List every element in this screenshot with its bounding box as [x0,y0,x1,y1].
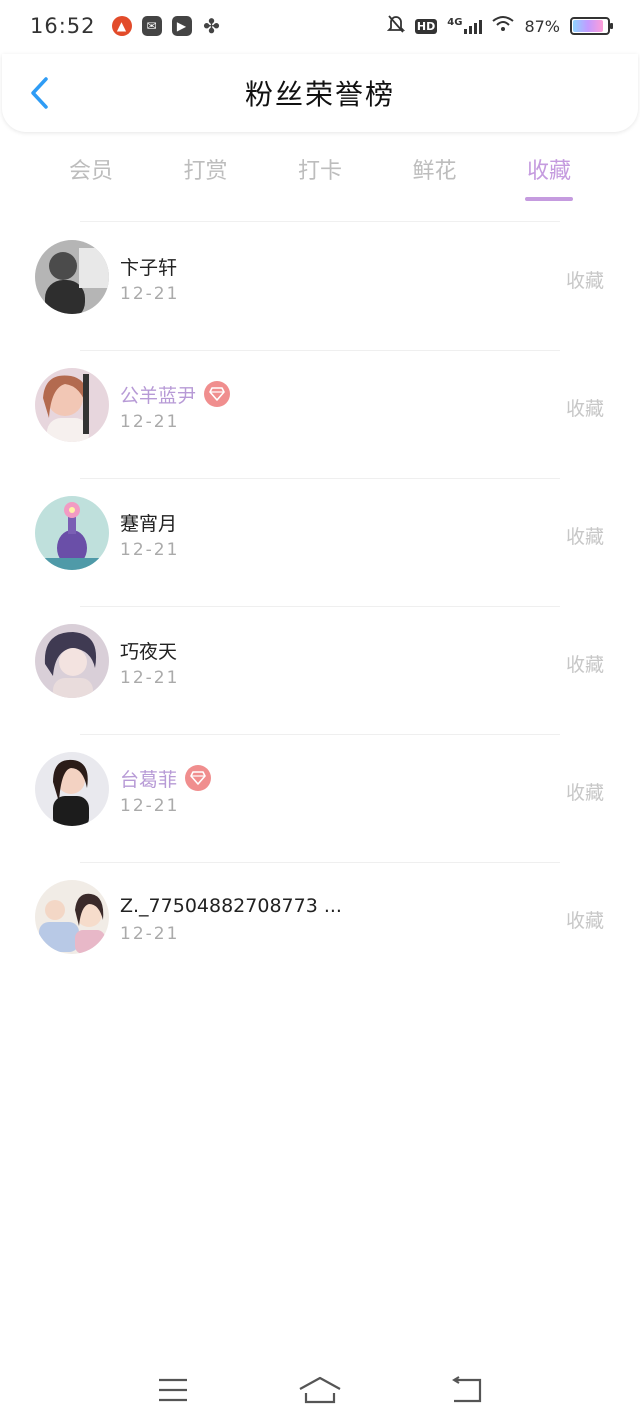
tab-2[interactable]: 打赏 [151,145,261,205]
mute-bell-icon [386,14,406,38]
fan-name: 巧夜天 [120,640,178,663]
avatar[interactable] [35,880,109,954]
battery-fill [573,20,603,32]
name-line: Z._77504882708773 ... [120,892,342,920]
name-line: 卞子轩 [120,252,177,280]
back-button[interactable] [22,76,56,110]
fan-name: 蹇宵月 [120,512,178,535]
chevron-left-icon [31,77,48,109]
signal-bars-icon [464,18,483,34]
name-line: 蹇宵月 [120,508,177,536]
avatar[interactable] [35,496,109,570]
tab-3[interactable]: 打卡 [265,145,375,205]
fan-date: 12-21 [120,540,180,560]
header: 粉丝荣誉榜 [2,54,638,132]
avatar[interactable] [35,368,109,442]
hd-badge: HD [414,18,438,34]
name-line: 公羊蓝尹 [120,380,231,408]
diamond-icon [204,381,231,407]
tab-bar: 会员 打赏 打卡 鲜花 收藏 [36,145,604,205]
fan-action-label: 收藏 [565,654,604,676]
fan-list-item[interactable]: 蹇宵月 12-21 收藏 [0,478,640,606]
fan-list-item[interactable]: 巧夜天 12-21 收藏 [0,606,640,734]
network-type: 4G [447,17,463,28]
fan-action-label: 收藏 [565,910,604,932]
cell-signal: 4G [447,17,483,34]
nav-back-button[interactable] [443,1370,491,1410]
fan-name: 台葛菲 [120,768,178,791]
fan-icon: ✤ [203,14,220,38]
status-left: 16:52 ▲ ✉ ▶ ✤ [30,14,222,38]
fan-date: 12-21 [120,796,180,816]
fan-date: 12-21 [120,284,180,304]
fan-name: 卞子轩 [120,256,178,279]
fan-list-item[interactable]: 卞子轩 12-21 收藏 [0,222,640,350]
fan-date: 12-21 [120,412,180,432]
avatar[interactable] [35,240,109,314]
name-line: 巧夜天 [120,636,177,664]
status-right: HD 4G 87% [386,14,613,38]
status-bar: 16:52 ▲ ✉ ▶ ✤ HD 4G 87% [0,0,640,52]
avatar[interactable] [35,752,109,826]
tab-4[interactable]: 鲜花 [380,145,490,205]
fan-date: 12-21 [120,924,180,944]
system-nav-bar [0,1360,640,1420]
game-icon: ▲ [111,16,132,36]
home-icon [299,1376,341,1404]
fan-list: 卞子轩 12-21 收藏 公羊蓝尹 12-21 收藏 蹇宵月 12-21 收藏 巧夜天 12-21 收… [0,222,640,990]
fan-name: 公羊蓝尹 [120,384,197,407]
fan-name: Z._77504882708773 ... [120,895,342,917]
tab-1[interactable]: 会员 [36,145,146,205]
page-title: 粉丝荣誉榜 [244,78,395,111]
fan-date: 12-21 [120,668,180,688]
app-root: 16:52 ▲ ✉ ▶ ✤ HD 4G 87% 粉丝荣誉榜 会员 打赏 打卡 鲜… [0,0,640,1427]
fan-action-label: 收藏 [565,270,604,292]
nav-home-button[interactable] [296,1370,344,1410]
diamond-icon [185,765,212,791]
battery-percent: 87% [524,16,560,36]
video-icon: ▶ [171,16,192,36]
tab-5[interactable]: 收藏 [494,145,604,205]
menu-icon [159,1378,188,1402]
fan-list-item[interactable]: 公羊蓝尹 12-21 收藏 [0,350,640,478]
name-line: 台葛菲 [120,764,212,792]
avatar[interactable] [35,624,109,698]
fan-list-item[interactable]: Z._77504882708773 ... 12-21 收藏 [0,862,640,990]
fan-action-label: 收藏 [565,526,604,548]
fan-list-item[interactable]: 台葛菲 12-21 收藏 [0,734,640,862]
nav-menu-button[interactable] [149,1370,197,1410]
fan-action-label: 收藏 [565,398,604,420]
status-time: 16:52 [30,14,96,38]
mail-icon: ✉ [141,16,162,36]
battery-icon [570,17,613,35]
wifi-icon [492,15,515,37]
back-icon [451,1376,481,1403]
fan-action-label: 收藏 [565,782,604,804]
